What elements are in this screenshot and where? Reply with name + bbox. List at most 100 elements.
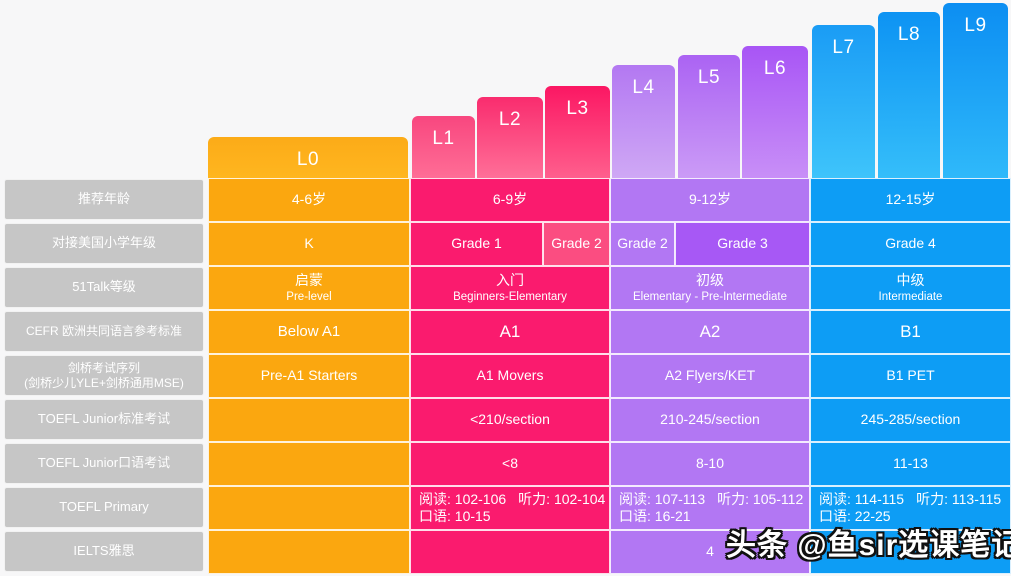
level-bar-label: L2 [498,109,522,130]
table-cell: 12-15岁 [810,178,1011,222]
cell-main-text: Below A1 [277,322,341,340]
row-label: 对接美国小学年级 [4,223,204,264]
table-cell: K [208,222,410,266]
table-cell: B1 [810,310,1011,354]
table-cell: A1 Movers [410,354,610,398]
table-cell: Below A1 [208,310,410,354]
cell-detail-line: 阅读: 102-106 听力: 102-104 [419,491,605,509]
cell-main-text: 8-10 [695,455,725,472]
listening-score: 听力: 113-115 [916,490,1002,507]
level-bar-l5: L5 [678,55,740,178]
cell-detail-line: 阅读: 107-113 听力: 105-112 [619,491,803,509]
level-bar-l6: L6 [742,46,808,178]
cell-main-text: Grade 4 [885,235,936,252]
table-cell: Grade 2 [610,222,675,266]
cell-main-text: Pre-A1 Starters [260,367,358,384]
cell-main-text: 245-285/section [860,411,961,428]
cell-main-text: 中级 [896,272,925,289]
level-bar-l9: L9 [943,3,1008,178]
level-bar-label: L0 [296,149,320,170]
level-bar-l4: L4 [612,65,675,178]
reading-score: 阅读: 107-113 [619,490,706,507]
cell-main-text: A2 [699,322,721,342]
cell-detail-line: 阅读: 114-115 听力: 113-115 [819,491,1001,509]
reading-score: 阅读: 114-115 [819,490,905,507]
row-label: IELTS雅思 [4,531,204,572]
table-cell: A1 [410,310,610,354]
table-cell: A2 Flyers/KET [610,354,810,398]
cell-main-text: Grade 3 [717,235,768,252]
level-bar-label: L5 [697,67,721,88]
table-cell: <210/section [410,398,610,442]
row-label: TOEFL Junior口语考试 [4,443,204,484]
cell-main-text: 初级 [696,272,724,289]
table-cell: 11-13 [810,442,1011,486]
level-bar-l7: L7 [812,25,875,178]
table-cell [208,442,410,486]
cell-main-text: Grade 2 [551,235,602,252]
cell-main-text: A1 Movers [476,367,544,384]
table-cell: 阅读: 102-106 听力: 102-104 口语: 10-15 [410,486,610,530]
table-cell: 6-9岁 [410,178,610,222]
cell-sub-text: Beginners-Elementary [453,290,567,303]
level-bar-l1: L1 [412,116,475,178]
cell-sub-text: Elementary - Pre-Intermediate [632,290,788,303]
row-label: 推荐年龄 [4,179,204,220]
row-label: 51Talk等级 [4,267,204,308]
cell-sub-text: Intermediate [878,290,943,303]
level-bar-label: L8 [897,24,921,45]
table-cell: 入门 Beginners-Elementary [410,266,610,310]
cell-main-text: <8 [502,455,518,472]
table-cell: <8 [410,442,610,486]
listening-score: 听力: 105-112 [717,490,804,507]
cell-main-text: 210-245/section [660,411,760,428]
level-bar-l8: L8 [878,12,940,178]
cell-main-text: 4-6岁 [291,191,327,208]
table-cell [208,530,410,574]
row-label: TOEFL Primary [4,487,204,528]
level-bar-label: L6 [763,58,787,79]
reading-score: 阅读: 102-106 [419,490,507,507]
cell-main-text: <210/section [470,411,550,428]
listening-score: 听力: 102-104 [518,490,606,507]
cell-main-text: 11-13 [893,455,928,472]
table-cell: B1 PET [810,354,1011,398]
table-cell [208,398,410,442]
level-bar-l0: L0 [208,137,408,178]
level-bar-l3: L3 [545,86,610,178]
table-cell: 210-245/section [610,398,810,442]
cell-main-text: A1 [499,322,521,342]
cell-main-text: Grade 2 [617,235,668,252]
table-cell: 启蒙 Pre-level [208,266,410,310]
table-cell: Grade 2 [543,222,610,266]
table-cell: 初级 Elementary - Pre-Intermediate [610,266,810,310]
cell-main-text: Grade 1 [451,235,502,252]
watermark: 头条 @鱼sir选课笔记 [726,529,1011,562]
speaking-score: 口语: 16-21 [619,508,691,524]
level-comparison-chart: L0 L1 L2 L3 L4 L5 L6 L7 L8 L9 推荐年龄 4-6岁 6-9岁 9-12岁 12-… [0,0,1011,576]
level-bar-label: L1 [432,128,455,149]
cell-main-text: 4 [706,543,714,560]
cell-main-text: B1 [900,322,921,342]
table-cell [410,530,610,574]
cell-sub-text: Pre-level [286,290,332,303]
table-cell: 中级 Intermediate [810,266,1011,310]
cell-main-text: 6-9岁 [492,191,528,208]
row-label-line1: 剑桥考试序列 [67,360,140,375]
table-cell [208,486,410,530]
table-cell: Grade 3 [675,222,810,266]
table-cell: 245-285/section [810,398,1011,442]
level-bar-label: L3 [566,98,589,119]
row-label-line2: (剑桥少儿YLE+剑桥通用MSE) [24,375,184,390]
cell-main-text: 启蒙 [295,272,323,289]
level-bar-label: L4 [632,77,655,98]
table-cell: A2 [610,310,810,354]
row-label: TOEFL Junior标准考试 [4,399,204,440]
table-cell: 9-12岁 [610,178,810,222]
level-bar-label: L9 [964,15,987,36]
row-label: 剑桥考试序列 (剑桥少儿YLE+剑桥通用MSE) [4,355,204,396]
cell-main-text: 9-12岁 [688,191,732,208]
speaking-score: 口语: 10-15 [419,508,491,524]
cell-main-text: B1 PET [886,367,935,384]
table-cell: Grade 4 [810,222,1011,266]
